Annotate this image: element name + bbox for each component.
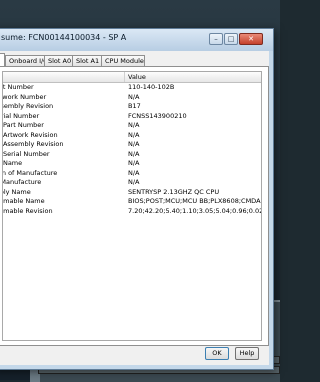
title-bar[interactable]: sume: FCN00144100034 - SP A – □ ✕ bbox=[0, 29, 273, 51]
value-cell: N/A bbox=[128, 168, 140, 177]
value-cell: B17 bbox=[128, 102, 141, 110]
value-cell: N/A bbox=[128, 140, 140, 148]
property-cell: cation of Manufacture bbox=[2, 168, 58, 177]
table-row[interactable]: sembly Name SENTRYSP 2.13GHZ QC CPU bbox=[3, 188, 261, 198]
property-cell: ndor Name bbox=[2, 159, 23, 167]
value-cell: N/A bbox=[128, 92, 140, 101]
value-cell: N/A bbox=[128, 130, 140, 139]
table-row[interactable]: grammable Revision 7.20;42.20;5.40;1.10;3… bbox=[3, 207, 261, 217]
column-header-property[interactable]: perty bbox=[3, 72, 125, 82]
table-row[interactable]: C Serial Number FCNSS143900210 bbox=[3, 112, 261, 122]
table-row[interactable]: ndor Serial Number N/A bbox=[3, 150, 261, 160]
property-cell: ndor Serial Number bbox=[2, 149, 50, 158]
value-cell: 7.20;42.20;5.40;1.10;3.05;5.04;0.96;0.02… bbox=[128, 206, 261, 215]
table-row[interactable]: grammable Name BIOS;POST;MCU;MCU BB;PLX86… bbox=[3, 197, 261, 207]
table-row[interactable]: ndor Artwork Revision N/A bbox=[3, 131, 261, 141]
property-cell: ndor Assembly Revision bbox=[2, 140, 64, 148]
value-cell: N/A bbox=[128, 159, 140, 167]
tab-slot-a1[interactable]: Slot A1 bbox=[72, 55, 102, 66]
value-cell: N/A bbox=[128, 178, 140, 186]
value-cell: N/A bbox=[128, 149, 140, 158]
table-row[interactable]: C Part Number 110-140-102B bbox=[3, 83, 261, 93]
property-cell: C Artwork Number bbox=[2, 92, 47, 101]
tab-general[interactable] bbox=[0, 53, 5, 66]
table-row[interactable]: e of Manufacture N/A bbox=[3, 178, 261, 188]
property-cell: e of Manufacture bbox=[2, 178, 42, 186]
property-cell: sembly Name bbox=[3, 187, 31, 196]
table-body: C Part Number 110-140-102B C Artwork Numb… bbox=[3, 83, 261, 216]
table-row[interactable]: ndor Assembly Revision N/A bbox=[3, 140, 261, 150]
value-cell: BIOS;POST;MCU;MCU BB;PLX8608;CMDAPP... bbox=[128, 197, 261, 205]
property-cell: C Part Number bbox=[2, 83, 34, 91]
tab-cpu-module[interactable]: CPU Module bbox=[101, 55, 145, 66]
property-cell: grammable Revision bbox=[3, 206, 53, 215]
property-cell: ndor Artwork Revision bbox=[2, 130, 58, 139]
column-header-value[interactable]: Value bbox=[125, 72, 261, 82]
tab-panel: perty Value C Part Number 110-140-102B C … bbox=[0, 66, 269, 346]
property-cell: C Serial Number bbox=[3, 111, 40, 120]
table-row[interactable]: C Artwork Number N/A bbox=[3, 93, 261, 103]
table-row[interactable]: ndor Name N/A bbox=[3, 159, 261, 169]
properties-dialog: sume: FCN00144100034 - SP A – □ ✕ Onboar… bbox=[0, 28, 274, 370]
property-cell: ndor Part Number bbox=[2, 121, 44, 129]
table-row[interactable]: cation of Manufacture N/A bbox=[3, 169, 261, 179]
maximize-button[interactable]: □ bbox=[224, 33, 238, 45]
tab-onboard-io[interactable]: Onboard I/O bbox=[5, 55, 48, 66]
table-row[interactable]: ndor Part Number N/A bbox=[3, 121, 261, 131]
properties-table[interactable]: perty Value C Part Number 110-140-102B C … bbox=[2, 71, 262, 341]
table-row[interactable]: C Assembly Revision B17 bbox=[3, 102, 261, 112]
ok-button[interactable]: OK bbox=[205, 347, 229, 360]
help-button[interactable]: Help bbox=[235, 347, 259, 360]
window-title: sume: FCN00144100034 - SP A bbox=[1, 33, 127, 42]
table-header: perty Value bbox=[3, 72, 261, 83]
tab-slot-a0[interactable]: Slot A0 bbox=[44, 55, 73, 66]
dialog-client-area: Onboard I/O Slot A0 Slot A1 CPU Module p… bbox=[0, 51, 269, 365]
value-cell: FCNSS143900210 bbox=[128, 111, 187, 120]
value-cell: N/A bbox=[128, 121, 140, 129]
close-button[interactable]: ✕ bbox=[239, 33, 263, 45]
value-cell: SENTRYSP 2.13GHZ QC CPU bbox=[128, 187, 220, 196]
property-cell: C Assembly Revision bbox=[3, 102, 54, 110]
property-cell: grammable Name bbox=[3, 197, 45, 205]
minimize-button[interactable]: – bbox=[209, 33, 223, 45]
value-cell: 110-140-102B bbox=[128, 83, 175, 91]
